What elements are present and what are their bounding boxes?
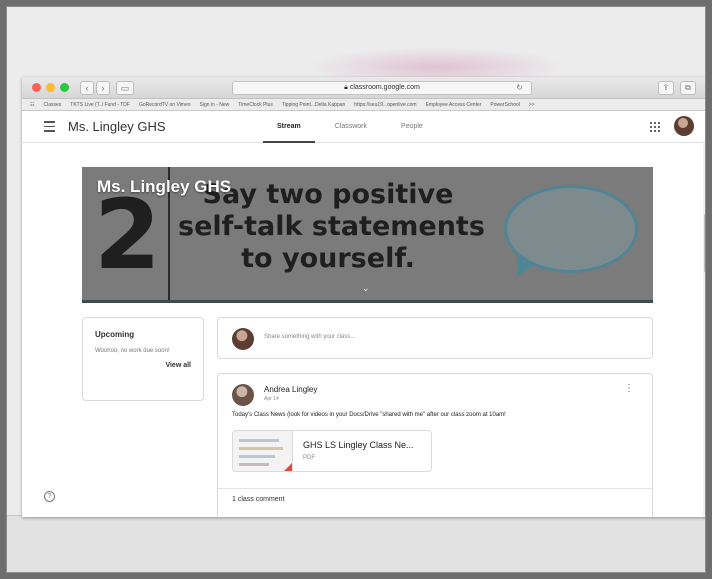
post-date: Apr 14 <box>264 396 279 402</box>
bookmarks-bar: ☷ Classes TKTS Live (T..l Fund - TDF GoR… <box>22 99 705 111</box>
tab-stream[interactable]: Stream <box>263 111 315 143</box>
attachment-thumbnail <box>233 431 293 471</box>
bookmark-item[interactable]: TKTS Live (T..l Fund - TDF <box>70 102 130 108</box>
bookmarks-grid-icon[interactable]: ☷ <box>30 102 34 108</box>
reload-icon[interactable]: ↻ <box>516 82 523 94</box>
class-comments-link[interactable]: 1 class comment <box>232 496 285 503</box>
chevron-left-icon: ‹ <box>85 83 89 93</box>
class-tabs: Stream Classwork People <box>263 111 423 143</box>
minimize-window-button[interactable] <box>46 83 55 92</box>
attachment-name: GHS LS Lingley Class Ne... <box>303 440 414 450</box>
view-all-link[interactable]: View all <box>95 362 191 369</box>
banner-line-3: to yourself. <box>241 243 415 274</box>
share-box[interactable]: Share something with your class... <box>217 317 653 359</box>
chevron-down-icon[interactable]: ⌄ <box>362 283 370 294</box>
frame-bottom-strip <box>7 515 705 572</box>
bookmark-item[interactable]: TimeClock Plus <box>238 102 273 108</box>
banner-number: 2 <box>94 179 161 291</box>
tab-classwork[interactable]: Classwork <box>335 111 367 143</box>
browser-window: ‹ › ▭ 🔒︎ classroom.google.com ↻ ⇪ ⧉ ☷ Cl… <box>22 77 705 517</box>
class-banner: 2 Say two positive self-talk statements … <box>82 167 653 303</box>
more-options-icon[interactable]: ⋮ <box>624 384 634 394</box>
avatar <box>232 328 254 350</box>
close-window-button[interactable] <box>32 83 41 92</box>
upcoming-card: Upcoming Woohoo, no work due soon! View … <box>82 317 204 401</box>
bookmark-item[interactable]: https://seu19...openlive.com <box>354 102 416 108</box>
stream-post: Andrea Lingley Apr 14 ⋮ Today's Class Ne… <box>217 373 653 517</box>
classroom-header: Ms. Lingley GHS Stream Classwork People <box>22 111 705 143</box>
post-divider <box>218 488 652 489</box>
post-body: Today's Class News (look for videos in y… <box>232 412 506 418</box>
bookmark-item[interactable]: Classes <box>43 102 61 108</box>
upcoming-subtitle: Woohoo, no work due soon! <box>95 348 170 354</box>
account-avatar[interactable] <box>674 116 694 136</box>
back-button[interactable]: ‹ <box>80 81 94 95</box>
banner-class-title: Ms. Lingley GHS <box>97 177 232 196</box>
sidebar-icon: ▭ <box>120 82 130 93</box>
chevron-right-icon: › <box>101 83 105 93</box>
lock-icon: 🔒︎ <box>344 84 348 91</box>
share-icon[interactable]: ⇪ <box>658 81 674 95</box>
post-author: Andrea Lingley <box>264 385 318 394</box>
address-text: classroom.google.com <box>349 84 420 91</box>
tabs-overview-icon[interactable]: ⧉ <box>680 81 696 95</box>
window-controls <box>32 83 69 92</box>
photo-frame: ‹ › ▭ 🔒︎ classroom.google.com ↻ ⇪ ⧉ ☷ Cl… <box>6 6 706 573</box>
google-apps-icon[interactable] <box>650 122 660 132</box>
bookmarks-overflow[interactable]: >> <box>529 102 535 108</box>
upcoming-title: Upcoming <box>95 330 135 339</box>
author-avatar <box>232 384 254 406</box>
main-menu-icon[interactable] <box>44 121 55 135</box>
class-title[interactable]: Ms. Lingley GHS <box>68 119 166 134</box>
pdf-attachment[interactable]: GHS LS Lingley Class Ne... PDF <box>232 430 432 472</box>
address-bar[interactable]: 🔒︎ classroom.google.com ↻ <box>232 81 532 95</box>
bookmark-item[interactable]: Tipping Point...Delta Kappan <box>282 102 345 108</box>
page-scrollbar[interactable] <box>703 143 705 517</box>
attachment-type: PDF <box>303 455 315 461</box>
bookmark-item[interactable]: GoRecordTV on Vimeo <box>139 102 191 108</box>
bookmark-item[interactable]: PowerSchool <box>490 102 519 108</box>
zoom-window-button[interactable] <box>60 83 69 92</box>
tab-people[interactable]: People <box>401 111 423 143</box>
banner-line-2: self-talk statements <box>178 211 485 242</box>
help-icon[interactable]: ? <box>44 491 55 502</box>
forward-button[interactable]: › <box>96 81 110 95</box>
speech-bubble-graphic <box>504 185 638 273</box>
share-input-placeholder[interactable]: Share something with your class... <box>264 334 355 340</box>
bookmark-item[interactable]: Sign in - New <box>200 102 230 108</box>
scrollbar-thumb[interactable] <box>704 213 705 273</box>
pdf-corner-icon <box>282 463 292 471</box>
sidebar-toggle-button[interactable]: ▭ <box>116 81 134 95</box>
browser-titlebar: ‹ › ▭ 🔒︎ classroom.google.com ↻ ⇪ ⧉ <box>22 77 705 99</box>
bookmark-item[interactable]: Employee Access Center <box>426 102 482 108</box>
